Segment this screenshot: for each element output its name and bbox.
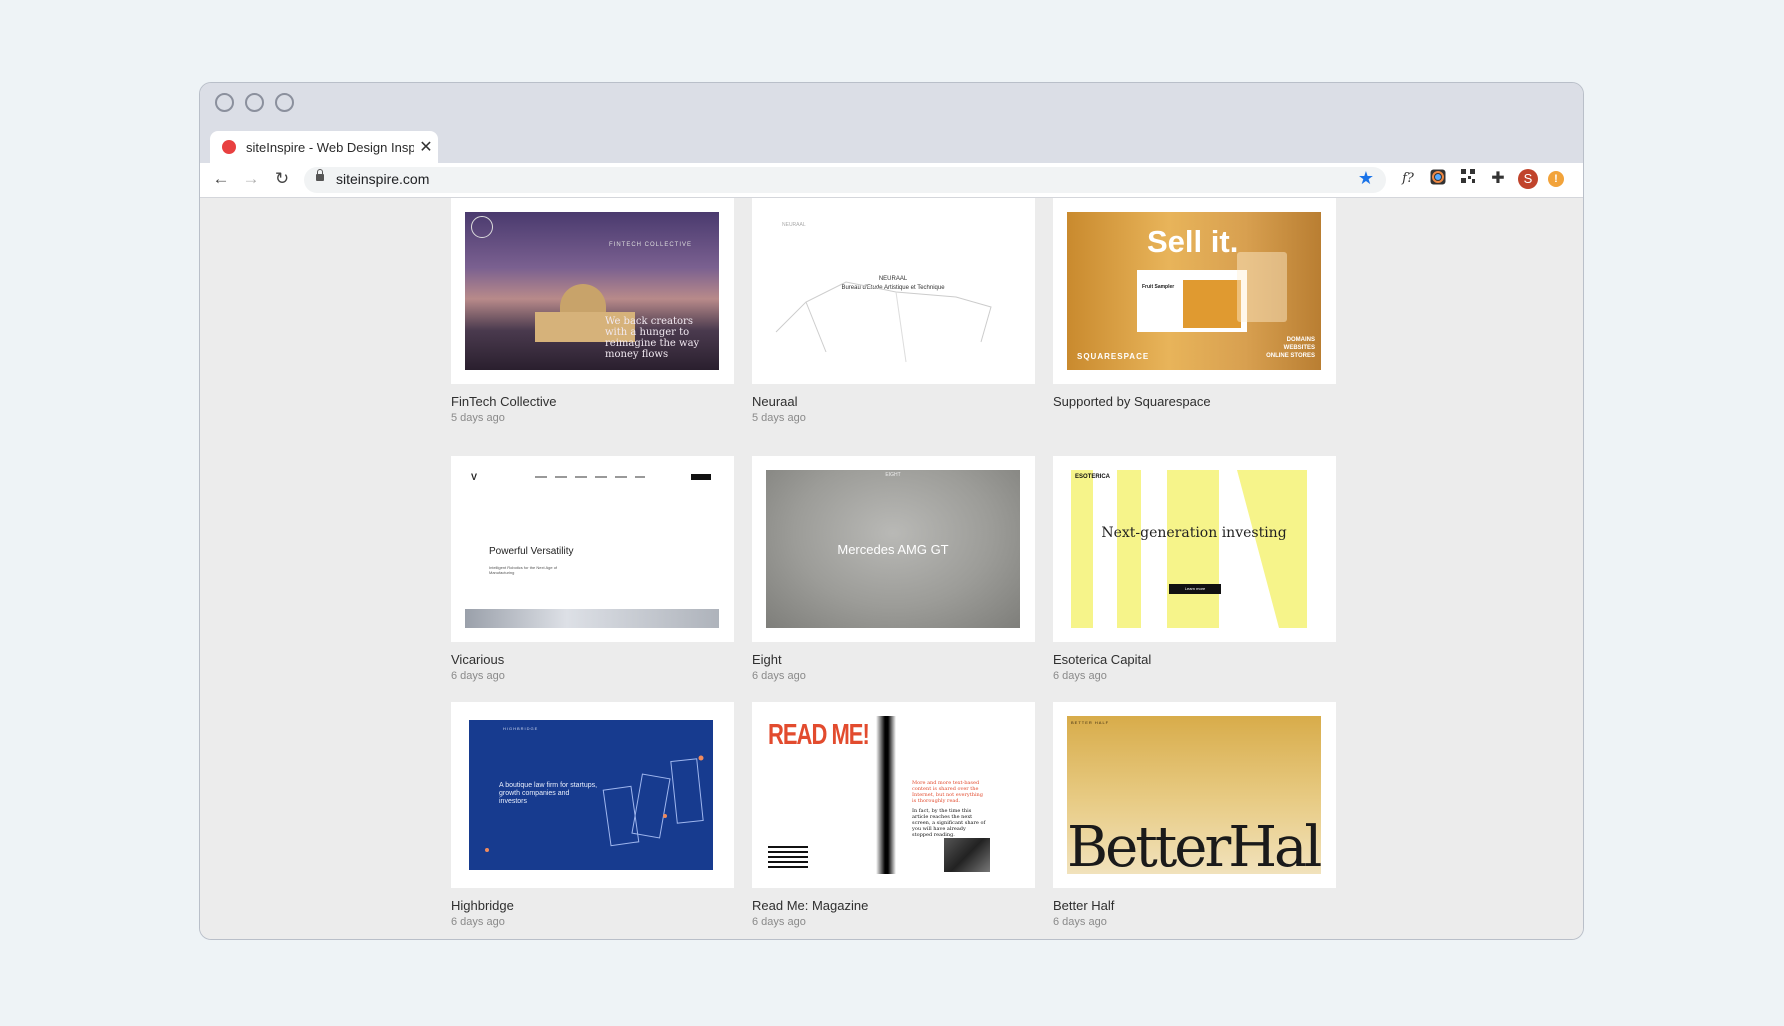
site-thumbnail-frame[interactable]: BETTER HALF BetterHalf — [1053, 702, 1336, 888]
yellow-bar — [1167, 470, 1219, 628]
minimize-window-button[interactable] — [245, 93, 264, 112]
site-thumbnail-frame[interactable]: EIGHT Mercedes AMG GT — [752, 456, 1035, 642]
site-date: 6 days ago — [451, 670, 505, 682]
esoterica-thumbnail: ESOTERICA Next-generation investing Lear… — [1067, 470, 1321, 628]
thumb-photo — [944, 838, 990, 872]
site-date: 5 days ago — [451, 412, 505, 424]
thumb-small-text — [768, 846, 808, 870]
logo-circle-icon — [471, 216, 493, 238]
site-title[interactable]: Better Half — [1053, 898, 1114, 913]
yellow-bar — [1071, 470, 1093, 628]
site-date: 6 days ago — [1053, 916, 1107, 928]
thumb-body-red: More and more text-based content is shar… — [912, 780, 983, 804]
ad-jar — [1237, 252, 1287, 322]
address-bar[interactable]: siteinspire.com ★ — [304, 167, 1386, 193]
url-text[interactable]: siteinspire.com — [336, 171, 429, 187]
read-me-thumbnail: READ ME! More and more text-based conten… — [766, 716, 1020, 874]
tab-title: siteInspire - Web Design Inspiration — [246, 139, 414, 155]
yellow-bar — [1117, 470, 1141, 628]
browser-window: siteInspire - Web Design Inspiration ✕ +… — [199, 82, 1584, 940]
wireframe-lines — [775, 281, 992, 363]
highbridge-thumbnail: HIGHBRIDGE A boutique law firm for start… — [465, 716, 719, 874]
back-arrow-icon[interactable]: ← — [210, 168, 232, 190]
black-gradient-bar — [876, 716, 896, 874]
thumb-headline: BetterHalf — [1067, 815, 1321, 875]
eight-thumbnail: EIGHT Mercedes AMG GT — [766, 470, 1020, 628]
thumb-button: Learn more — [1169, 584, 1221, 594]
desktop-background: siteInspire - Web Design Inspiration ✕ +… — [0, 0, 1784, 1026]
site-thumbnail-frame[interactable]: READ ME! More and more text-based conten… — [752, 702, 1035, 888]
thumb-nav — [535, 476, 645, 478]
site-thumbnail-frame[interactable]: ESOTERICA Next-generation investing Lear… — [1053, 456, 1336, 642]
ad-brand: SQUARESPACE — [1077, 352, 1150, 361]
site-date: 6 days ago — [451, 916, 505, 928]
fintech-collective-thumbnail: FINTECH COLLECTIVE We back creators with… — [465, 212, 719, 370]
site-title[interactable]: Esoterica Capital — [1053, 652, 1151, 667]
thumb-sub: Intelligent Robotics for the Next Age of… — [489, 565, 558, 575]
ad-store-preview: Fruit Sampler — [1137, 270, 1247, 332]
better-half-thumbnail: BETTER HALF BetterHalf — [1067, 716, 1321, 874]
ad-product-name: Fruit Sampler — [1142, 284, 1175, 290]
squarespace-ad-thumbnail: Sell it. Fruit Sampler SQUARESPACE DOMAI… — [1067, 212, 1321, 370]
site-title[interactable]: Eight — [752, 652, 782, 667]
page-content: FINTECH COLLECTIVE We back creators with… — [200, 198, 1583, 939]
fonts-extension-icon[interactable]: f? — [1398, 169, 1418, 189]
lock-icon — [316, 169, 324, 181]
ad-headline: Sell it. — [1147, 224, 1239, 259]
site-title[interactable]: FinTech Collective — [451, 394, 557, 409]
alert-badge-icon[interactable]: ! — [1548, 171, 1564, 187]
reload-icon[interactable]: ↻ — [271, 168, 293, 190]
thumb-brand: FINTECH COLLECTIVE — [609, 242, 693, 248]
profile-avatar[interactable]: S — [1518, 169, 1538, 189]
ad-product-image — [1183, 280, 1241, 328]
site-title[interactable]: Read Me: Magazine — [752, 898, 868, 913]
blue-panel: HIGHBRIDGE A boutique law firm for start… — [469, 720, 713, 870]
yellow-wedge — [1237, 470, 1307, 628]
site-thumbnail-frame[interactable]: NEURAAL NEURAAL Bureau d'Etude Artistiqu… — [752, 198, 1035, 384]
close-tab-icon[interactable]: ✕ — [418, 137, 434, 157]
thumb-logo: BETTER HALF — [1071, 720, 1110, 725]
thumb-headline: Next-generation investing — [1101, 525, 1287, 541]
site-thumbnail-frame[interactable]: Sell it. Fruit Sampler SQUARESPACE DOMAI… — [1053, 198, 1336, 384]
close-window-button[interactable] — [215, 93, 234, 112]
vicarious-thumbnail: V Powerful Versatility Intelligent Robot… — [465, 470, 719, 628]
site-thumbnail-frame[interactable]: FINTECH COLLECTIVE We back creators with… — [451, 198, 734, 384]
site-date: 6 days ago — [752, 916, 806, 928]
thumb-cta — [691, 474, 711, 480]
bookmark-star-icon[interactable]: ★ — [1358, 168, 1374, 189]
maximize-window-button[interactable] — [275, 93, 294, 112]
site-date: 5 days ago — [752, 412, 806, 424]
tab-strip: siteInspire - Web Design Inspiration ✕ + — [200, 123, 1583, 191]
forward-arrow-icon[interactable]: → — [240, 168, 262, 190]
thumb-headline: We back creators with a hunger to reimag… — [605, 316, 700, 360]
siteinspire-favicon-icon — [222, 140, 236, 154]
thumb-logo: ESOTERICA — [1075, 474, 1111, 480]
neuraal-thumbnail: NEURAAL NEURAAL Bureau d'Etude Artistiqu… — [766, 212, 1020, 370]
browser-toolbar: ← → ↻ siteinspire.com ★ f? ✚ S ! — [200, 163, 1583, 198]
site-thumbnail-frame[interactable]: V Powerful Versatility Intelligent Robot… — [451, 456, 734, 642]
site-date: 6 days ago — [752, 670, 806, 682]
qr-code-extension-icon[interactable] — [1458, 169, 1478, 189]
site-date: 6 days ago — [1053, 670, 1107, 682]
site-title[interactable]: Vicarious — [451, 652, 504, 667]
thumb-logo: EIGHT — [885, 472, 901, 478]
title-bar — [200, 83, 1583, 123]
thumb-headline: Powerful Versatility — [489, 546, 574, 557]
thumb-headline: Mercedes AMG GT — [837, 542, 949, 557]
site-title[interactable]: Supported by Squarespace — [1053, 394, 1211, 409]
thumb-body-black: In fact, by the time this article reache… — [912, 808, 986, 838]
puzzle-extensions-icon[interactable]: ✚ — [1488, 169, 1508, 189]
outline-shapes — [485, 755, 704, 852]
site-title[interactable]: Highbridge — [451, 898, 514, 913]
ad-side-text: DOMAINS WEBSITES ONLINE STORES — [1266, 337, 1315, 359]
site-thumbnail-frame[interactable]: HIGHBRIDGE A boutique law firm for start… — [451, 702, 734, 888]
thumb-logo: READ ME! — [768, 718, 870, 751]
thumb-logo: V — [471, 472, 478, 482]
site-title[interactable]: Neuraal — [752, 394, 798, 409]
thumb-robot-strip — [465, 609, 719, 628]
browser-tab-active[interactable]: siteInspire - Web Design Inspiration ✕ — [210, 131, 438, 163]
color-picker-extension-icon[interactable] — [1428, 169, 1448, 189]
